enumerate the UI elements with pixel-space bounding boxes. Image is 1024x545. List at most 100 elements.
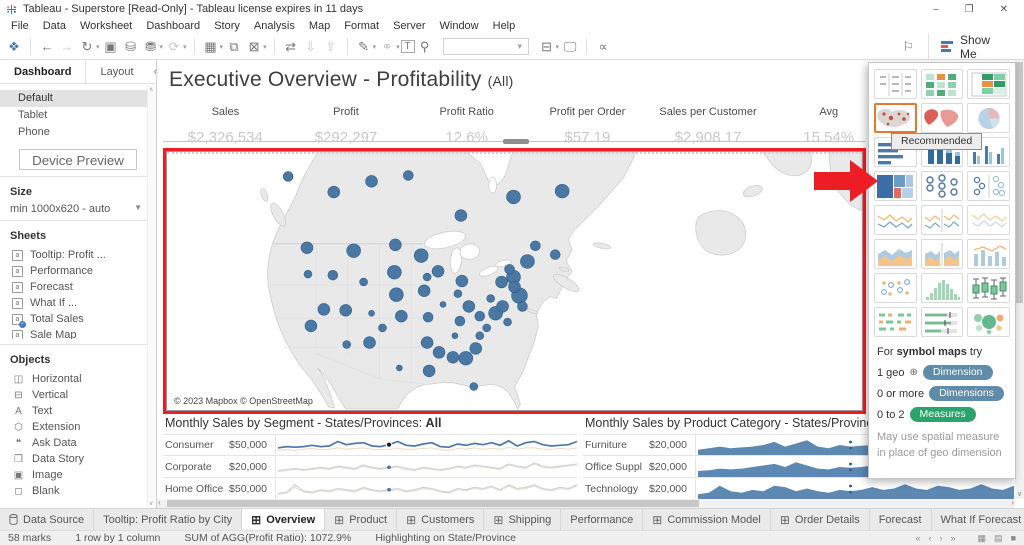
pause-updates-button[interactable]: ⛃ [141, 39, 161, 55]
showme-lines-continuous[interactable] [874, 205, 917, 235]
last-story-point-icon[interactable]: » [951, 533, 956, 543]
sheet-item[interactable]: a Sale Map [0, 327, 156, 339]
tableau-home-icon[interactable]: ❖ [4, 39, 24, 55]
showme-packed-bubbles[interactable] [967, 307, 1010, 337]
size-select[interactable]: min 1000x620 - auto ▼ [10, 203, 142, 215]
show-tabs-view-icon[interactable]: ▦ [978, 533, 987, 544]
device-phone[interactable]: Phone [0, 124, 156, 141]
scroll-down-icon[interactable]: ∨ [1017, 490, 1022, 498]
scrollbar-handle[interactable] [1016, 62, 1023, 304]
clear-sheet-button[interactable]: ⊠ [244, 39, 264, 55]
object-blank[interactable]: ◻ Blank [0, 483, 156, 499]
mark-labels-button[interactable]: T [400, 40, 415, 53]
tab-product[interactable]: ⊞ Product [325, 509, 398, 530]
undo-button[interactable]: ← [37, 39, 57, 54]
object-image[interactable]: ▣ Image [0, 467, 156, 483]
device-tablet[interactable]: Tablet [0, 107, 156, 124]
tab-what-if-forecast[interactable]: What If Forecast [932, 509, 1024, 530]
showme-area-discrete[interactable] [920, 239, 964, 269]
maximize-button[interactable]: ❐ [965, 4, 974, 15]
tab-overview[interactable]: ⊞ Overview [242, 509, 326, 530]
showme-dual-combination[interactable] [967, 239, 1010, 269]
menu-worksheet[interactable]: Worksheet [73, 20, 139, 32]
menu-server[interactable]: Server [386, 20, 432, 32]
menu-analysis[interactable]: Analysis [247, 20, 302, 32]
swap-button[interactable]: ⇄ [281, 39, 301, 55]
redo-button[interactable]: → [57, 39, 77, 54]
tab-commission-model[interactable]: ⊞ Commission Model [643, 509, 771, 530]
tab-shipping[interactable]: ⊞ Shipping [484, 509, 562, 530]
tab-data-source[interactable]: Data Source [0, 509, 95, 530]
object-text[interactable]: A Text [0, 403, 156, 419]
symbol-map[interactable]: © 2023 Mapbox © OpenStreetMap [166, 151, 863, 411]
sheet-item[interactable]: a What If ... [0, 295, 156, 311]
scroll-left-icon[interactable]: ‹ [158, 498, 161, 507]
sidebar-scrollbar[interactable]: ∧ ∨ [147, 85, 156, 508]
object-extension[interactable]: ⬡ Extension [0, 419, 156, 435]
showme-box-and-whisker[interactable] [967, 273, 1010, 303]
tab-order-details[interactable]: ⊞ Order Details [771, 509, 870, 530]
device-default[interactable]: Default [0, 90, 156, 107]
object-ask-data[interactable]: ❝ Ask Data [0, 435, 156, 451]
minimize-button[interactable]: – [933, 4, 939, 15]
showme-highlight-table[interactable] [920, 69, 964, 99]
sheet-item[interactable]: a Tooltip: Profit ... [0, 247, 156, 263]
next-story-point-icon[interactable]: › [940, 533, 943, 543]
tab-customers[interactable]: ⊞ Customers [397, 509, 485, 530]
tab-tooltip-profit-ratio[interactable]: Tooltip: Profit Ratio by City [94, 509, 243, 530]
segment-row-corporate[interactable]: Corporate $20,000 [163, 456, 577, 478]
replay-button[interactable]: ↻ [77, 39, 97, 55]
new-data-source-button[interactable]: ⛁ [121, 39, 141, 55]
sheet-item[interactable]: a ✓ Total Sales [0, 311, 156, 328]
first-story-point-icon[interactable]: « [916, 533, 921, 543]
placard-icon[interactable]: ⚐ [888, 34, 928, 59]
menu-file[interactable]: File [4, 20, 36, 32]
fit-select[interactable]: ▼ [442, 38, 529, 55]
show-cards-button[interactable]: ⊟ [537, 39, 557, 55]
showme-pie-chart[interactable] [967, 103, 1010, 133]
run-update-button[interactable]: ⟳ [164, 39, 184, 55]
zone-drag-handle[interactable] [503, 139, 529, 144]
object-vertical[interactable]: ⊟ Vertical [0, 387, 156, 403]
showme-area-continuous[interactable] [874, 239, 917, 269]
object-data-story[interactable]: ❒ Data Story [0, 451, 156, 467]
presentation-mode-button[interactable]: 🖵 [560, 39, 580, 55]
fix-axes-button[interactable]: ⚲ [415, 39, 435, 55]
show-me-button[interactable]: Show Me [928, 33, 1024, 61]
menu-format[interactable]: Format [337, 20, 386, 32]
object-horizontal[interactable]: ◫ Horizontal [0, 371, 156, 387]
tab-forecast[interactable]: Forecast [870, 509, 932, 530]
showme-lines-discrete[interactable] [920, 205, 964, 235]
scroll-right-icon[interactable]: › [1011, 498, 1014, 507]
scrollbar-handle[interactable] [167, 500, 699, 507]
prev-story-point-icon[interactable]: ‹ [929, 533, 932, 543]
menu-help[interactable]: Help [486, 20, 523, 32]
scroll-down-icon[interactable]: ∨ [149, 500, 153, 507]
showme-gantt[interactable] [874, 307, 917, 337]
sort-descending-button[interactable]: ⇪ [321, 39, 341, 55]
new-worksheet-button[interactable]: ▦ [201, 39, 221, 55]
showme-treemap[interactable] [874, 171, 917, 201]
scroll-up-icon[interactable]: ∧ [149, 86, 153, 93]
sort-ascending-button[interactable]: ⇩ [301, 39, 321, 55]
sheet-item[interactable]: a Forecast [0, 279, 156, 295]
menu-data[interactable]: Data [36, 20, 73, 32]
menu-dashboard[interactable]: Dashboard [139, 20, 207, 32]
segment-row-home-office[interactable]: Home Office $50,000 [163, 478, 577, 500]
showme-dual-lines[interactable] [967, 205, 1010, 235]
menu-window[interactable]: Window [433, 20, 486, 32]
showme-histogram[interactable] [920, 273, 964, 303]
menu-map[interactable]: Map [302, 20, 337, 32]
tab-dashboard[interactable]: Dashboard [0, 60, 87, 83]
vertical-scrollbar[interactable]: ∨ [1015, 60, 1024, 499]
horizontal-scrollbar[interactable]: ‹ › [157, 498, 1015, 508]
showme-text-table[interactable] [874, 69, 917, 99]
menu-story[interactable]: Story [207, 20, 247, 32]
group-members-button[interactable]: ⚭ [377, 39, 397, 55]
tab-layout[interactable]: Layout [86, 60, 147, 83]
tab-performance[interactable]: Performance [561, 509, 644, 530]
segment-row-consumer[interactable]: Consumer $50,000 [163, 434, 577, 456]
duplicate-button[interactable]: ⧉ [224, 39, 244, 55]
showme-scatter-plot[interactable] [874, 273, 917, 303]
close-button[interactable]: ✕ [1000, 4, 1008, 15]
